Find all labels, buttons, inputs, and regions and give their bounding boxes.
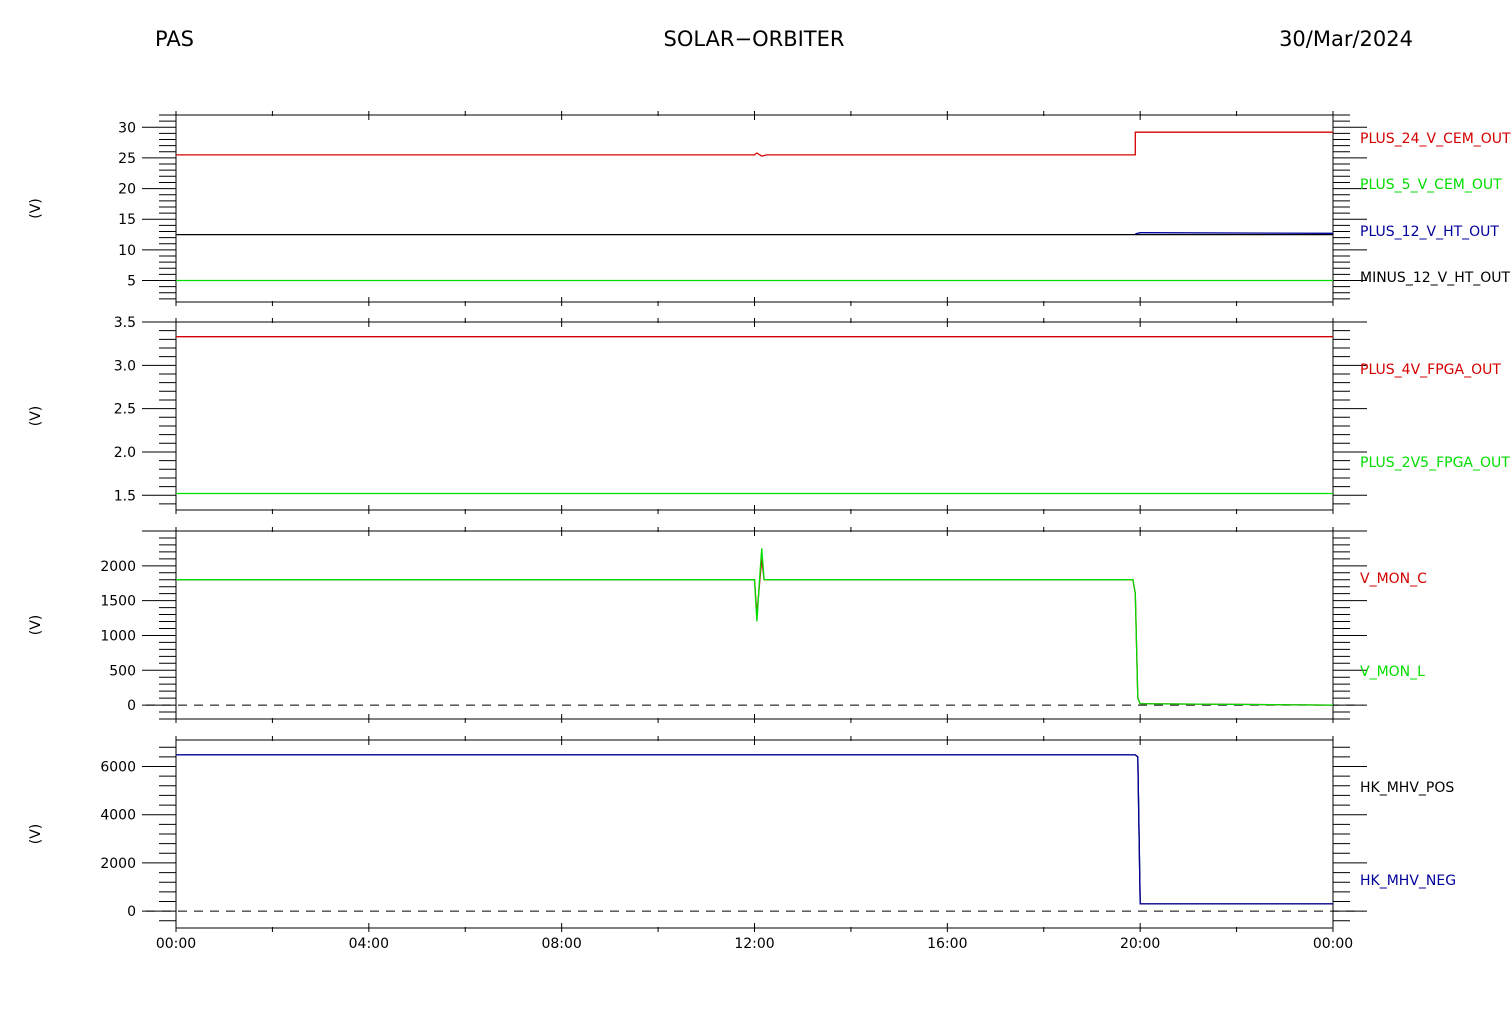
y-tick-label: 2.0 — [114, 445, 136, 461]
header-right: 30/Mar/2024 — [1279, 27, 1413, 51]
header-left: PAS — [155, 27, 194, 51]
y-axis-label: (V) — [28, 406, 44, 427]
y-tick-label: 15 — [118, 212, 136, 228]
panel-4: 0 2000 4000 6000 (V) HK_MHV_POS HK_MHV_NEG — [28, 736, 1456, 932]
y-tick-label: 2.5 — [114, 402, 136, 418]
y-tick-label: 20 — [118, 182, 136, 198]
plot-frame — [175, 530, 1334, 720]
header-center: SOLAR−ORBITER — [663, 27, 844, 51]
legend-label: PLUS_5_V_CEM_OUT — [1360, 177, 1502, 193]
y-tick-label: 0 — [127, 904, 136, 920]
legend-label: MINUS_12_V_HT_OUT — [1360, 270, 1511, 286]
series-line-hk-mhv-neg — [176, 754, 1333, 905]
legend-label: PLUS_4V_FPGA_OUT — [1360, 362, 1501, 378]
panel-1: 5 10 15 20 25 30 (V) PLUS_24_V_CEM_OUT PLUS_5_V_… — [28, 111, 1511, 306]
plot-frame — [175, 114, 1334, 303]
panels: 5 10 15 20 25 30 (V) PLUS_24_V_CEM_OUT PLUS_5_V_… — [28, 111, 1511, 932]
y-tick-label: 1000 — [100, 628, 136, 644]
legend-label: PLUS_12_V_HT_OUT — [1360, 224, 1499, 240]
series-line-v-mon-l — [176, 548, 1334, 706]
y-tick-label: 30 — [118, 120, 136, 136]
series-line-hk-mhv-pos — [176, 754, 1333, 905]
y-tick-label: 3.0 — [114, 358, 136, 374]
y-tick-label: 2000 — [100, 856, 136, 872]
y-tick-label: 10 — [118, 243, 136, 259]
x-tick-label: 20:00 — [1120, 936, 1160, 952]
y-tick-label: 5 — [127, 274, 136, 290]
y-axis-label: (V) — [28, 198, 44, 219]
legend-label: HK_MHV_POS — [1360, 780, 1454, 796]
housekeeping-chart: PAS SOLAR−ORBITER 30/Mar/2024 5 10 15 20 25 3… — [28, 27, 1511, 952]
x-tick-label: 04:00 — [349, 936, 389, 952]
y-tick-label: 1.5 — [114, 488, 136, 504]
y-tick-label: 2000 — [100, 559, 136, 575]
legend-label: V_MON_C — [1360, 571, 1427, 587]
y-tick-label: 6000 — [100, 760, 136, 776]
series-line-plus-24-v-cem-out — [176, 131, 1333, 157]
y-axis-label: (V) — [28, 824, 44, 845]
legend-label: HK_MHV_NEG — [1360, 873, 1456, 889]
plot-frame — [175, 739, 1334, 929]
legend-label: PLUS_2V5_FPGA_OUT — [1360, 455, 1510, 471]
y-tick-label: 3.5 — [114, 315, 136, 331]
series-line-plus-12-v-ht-out — [1135, 232, 1334, 235]
x-tick-label: 16:00 — [927, 936, 967, 952]
x-tick-label: 00:00 — [1313, 936, 1353, 952]
x-tick-label: 00:00 — [156, 936, 196, 952]
time-axis: 00:00 04:00 08:00 12:00 16:00 20:00 00:00 — [156, 936, 1353, 952]
y-tick-label: 1500 — [100, 594, 136, 610]
y-axis-label: (V) — [28, 615, 44, 636]
y-tick-label: 500 — [109, 663, 136, 679]
x-tick-label: 12:00 — [734, 936, 774, 952]
y-tick-label: 0 — [127, 698, 136, 714]
x-tick-label: 08:00 — [541, 936, 581, 952]
legend-label: PLUS_24_V_CEM_OUT — [1360, 131, 1511, 147]
y-tick-label: 4000 — [100, 808, 136, 824]
plot-frame — [175, 321, 1334, 511]
panel-3: 0 500 1000 1500 2000 (V) V_MON_C V_MON_L — [28, 527, 1427, 723]
legend-label: V_MON_L — [1360, 664, 1425, 680]
y-tick-label: 25 — [118, 151, 136, 167]
panel-2: 1.5 2.0 2.5 3.0 3.5 (V) PLUS_4V_FPGA_OUT PLUS_2… — [28, 315, 1510, 514]
